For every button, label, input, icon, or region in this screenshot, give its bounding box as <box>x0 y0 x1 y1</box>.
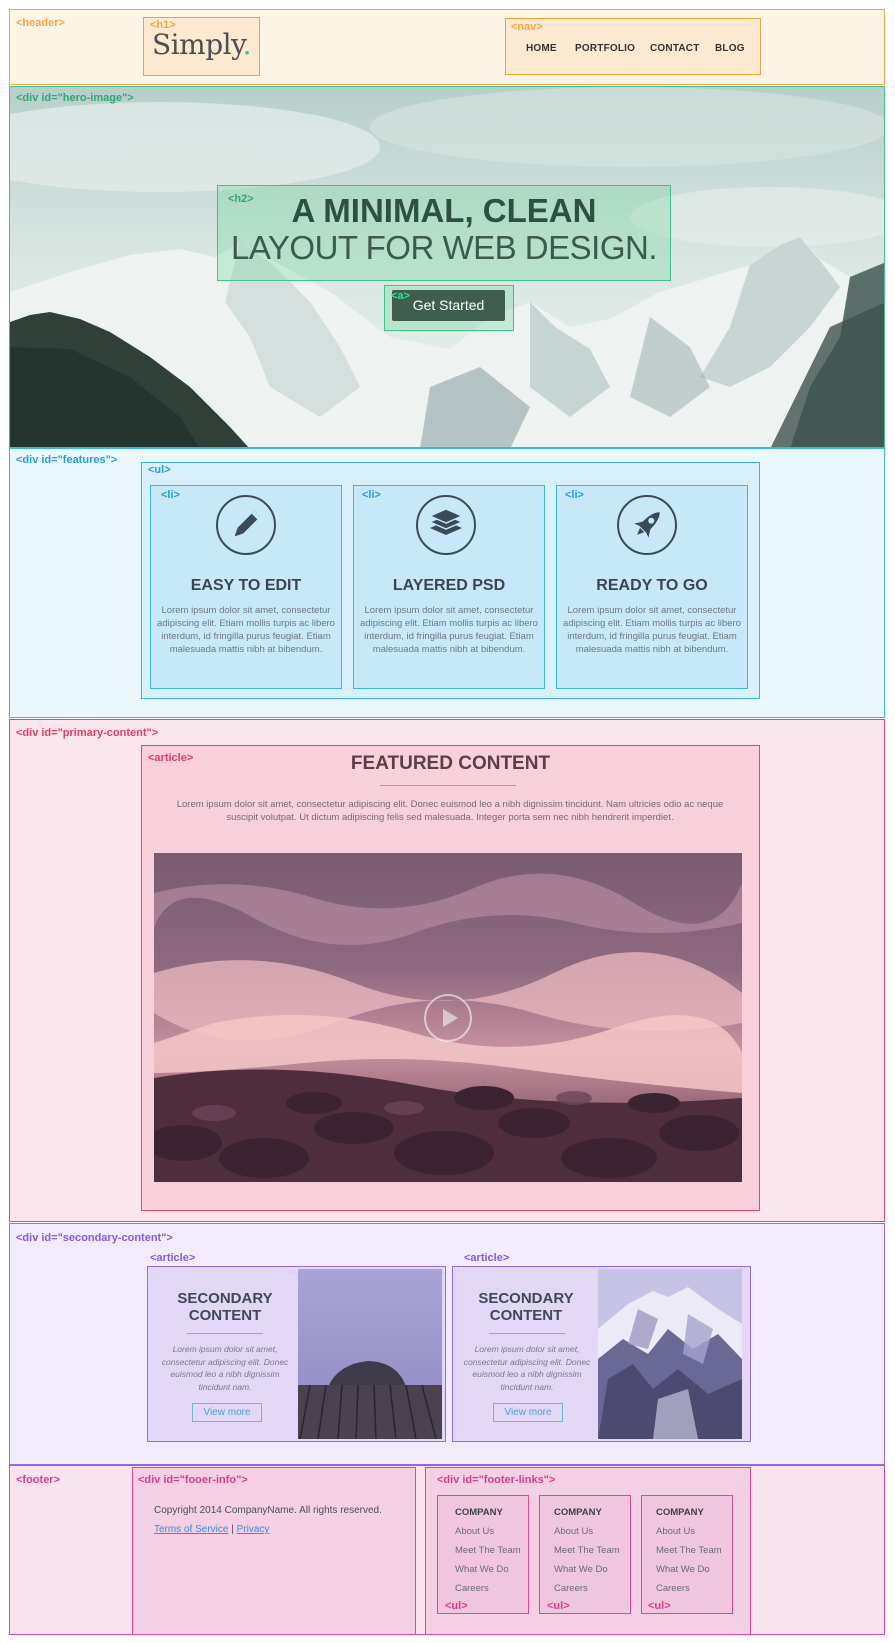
layers-icon <box>416 495 476 555</box>
a-tag-label: <a> <box>391 290 410 302</box>
nav-contact[interactable]: CONTACT <box>650 43 700 54</box>
rocket-icon <box>617 495 677 555</box>
footer-column-heading: COMPANY <box>554 1507 602 1518</box>
footer-link[interactable]: About Us <box>554 1526 593 1537</box>
footer-links-tag-label: <div id="footer-links"> <box>437 1474 556 1486</box>
footer-link[interactable]: What We Do <box>455 1564 509 1575</box>
li-tag-label: <li> <box>362 489 381 501</box>
header-tag-label: <header> <box>16 17 65 29</box>
logo[interactable]: Simply. <box>152 28 252 61</box>
secondary-tag-label: <div id="secondary-content"> <box>16 1232 173 1244</box>
footer-info-tag-label: <div id="fooer-info"> <box>138 1474 248 1486</box>
feature-title: EASY TO EDIT <box>190 577 302 594</box>
hero-tag-label: <div id="hero-image"> <box>16 92 134 104</box>
terms-link[interactable]: Terms of Service <box>154 1524 228 1535</box>
snowy-mountain-image <box>598 1269 742 1439</box>
features-tag-label: <div id="features"> <box>16 454 118 466</box>
footer-link[interactable]: Careers <box>455 1583 489 1594</box>
footer-link[interactable]: Careers <box>656 1583 690 1594</box>
ul-tag-label: <ul> <box>648 1600 671 1612</box>
secondary-title: SECONDARY CONTENT <box>478 1290 574 1324</box>
play-icon[interactable] <box>424 994 472 1042</box>
ul-tag-label: <ul> <box>445 1600 468 1612</box>
article-tag-label: <article> <box>150 1252 196 1264</box>
feature-text: Lorem ipsum dolor sit amet, consectetur … <box>157 605 335 655</box>
nav-portfolio[interactable]: PORTFOLIO <box>575 43 635 54</box>
ul-tag-label: <ul> <box>547 1600 570 1612</box>
footer-link[interactable]: What We Do <box>554 1564 608 1575</box>
feature-title: READY TO GO <box>596 577 708 594</box>
secondary-content-section <box>9 1223 885 1465</box>
primary-tag-label: <div id="primary-content"> <box>16 727 159 739</box>
footer-link[interactable]: Careers <box>554 1583 588 1594</box>
footer-link[interactable]: About Us <box>455 1526 494 1537</box>
footer-info <box>132 1467 416 1635</box>
ul-tag-label: <ul> <box>148 464 171 476</box>
title-divider <box>489 1333 565 1334</box>
feature-text: Lorem ipsum dolor sit amet, consectetur … <box>563 605 741 655</box>
nav-home[interactable]: HOME <box>526 43 557 54</box>
feature-text: Lorem ipsum dolor sit amet, consectetur … <box>360 605 538 655</box>
footer-link[interactable]: Meet The Team <box>455 1545 521 1556</box>
copyright-text: Copyright 2014 CompanyName. All rights r… <box>154 1505 382 1516</box>
hero-title-line-1: A MINIMAL, CLEAN <box>291 192 597 229</box>
footer-column-heading: COMPANY <box>656 1507 704 1518</box>
logo-text: Simply <box>152 28 243 61</box>
hero-title-line-2: LAYOUT FOR WEB DESIGN. <box>230 229 658 266</box>
footer-link[interactable]: Meet The Team <box>656 1545 722 1556</box>
privacy-link[interactable]: Privacy <box>237 1524 270 1535</box>
view-more-button[interactable]: View more <box>192 1403 262 1422</box>
dock-image <box>298 1269 442 1439</box>
footer-link[interactable]: What We Do <box>656 1564 710 1575</box>
article-tag-label: <article> <box>464 1252 510 1264</box>
footer-tag-label: <footer> <box>16 1474 61 1486</box>
footer-link[interactable]: Meet The Team <box>554 1545 620 1556</box>
secondary-text: Lorem ipsum dolor sit amet, consectetur … <box>161 1344 289 1392</box>
pencil-icon <box>216 495 276 555</box>
feature-title: LAYERED PSD <box>392 577 506 594</box>
footer-column-heading: COMPANY <box>455 1507 503 1518</box>
li-tag-label: <li> <box>161 489 180 501</box>
title-divider <box>380 785 516 786</box>
featured-title: FEATURED CONTENT <box>350 753 551 774</box>
nav-tag-label: <nav> <box>511 21 543 33</box>
li-tag-label: <li> <box>565 489 584 501</box>
title-divider <box>187 1333 263 1334</box>
secondary-title: SECONDARY CONTENT <box>177 1290 273 1324</box>
view-more-button[interactable]: View more <box>493 1403 563 1422</box>
legal-links: Terms of Service | Privacy <box>154 1524 269 1535</box>
link-separator: | <box>231 1524 234 1535</box>
secondary-text: Lorem ipsum dolor sit amet, consectetur … <box>463 1344 591 1392</box>
nav-blog[interactable]: BLOG <box>715 43 745 54</box>
footer-link[interactable]: About Us <box>656 1526 695 1537</box>
featured-text: Lorem ipsum dolor sit amet, consectetur … <box>176 799 724 823</box>
logo-dot: . <box>242 28 252 61</box>
